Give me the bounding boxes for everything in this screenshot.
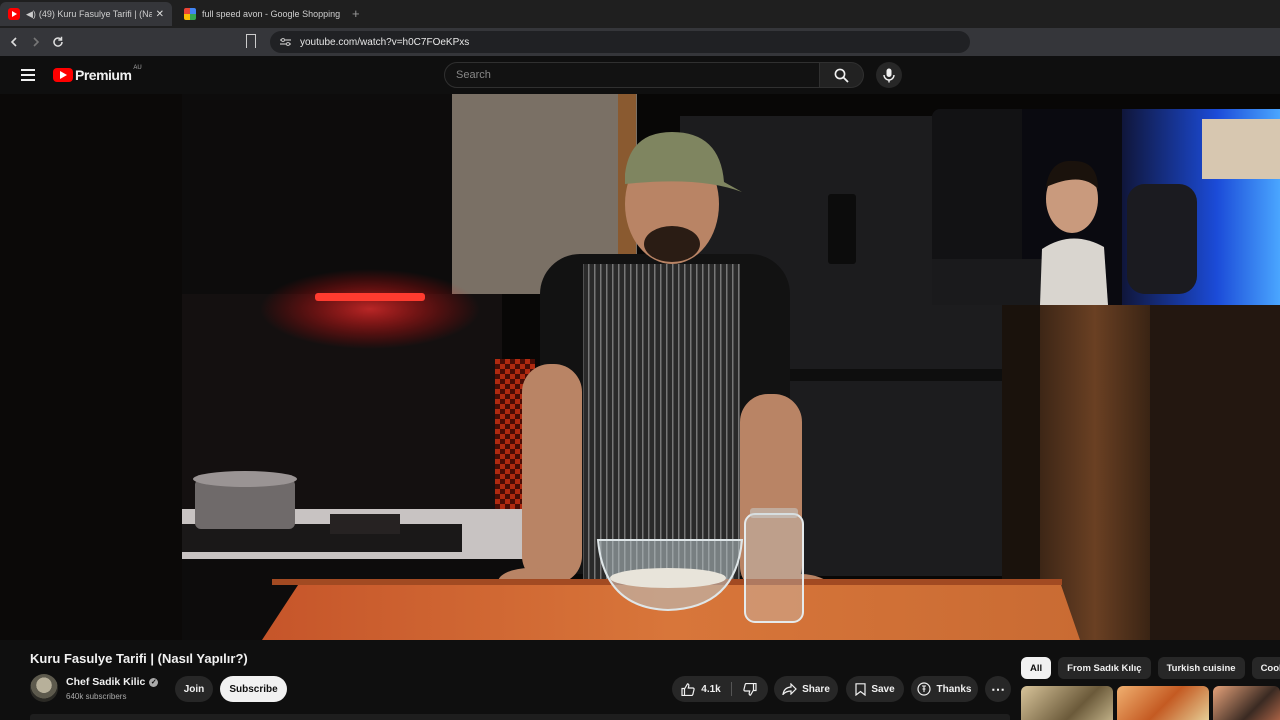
- site-settings-icon[interactable]: [280, 37, 291, 47]
- back-arrow-icon[interactable]: [4, 32, 24, 52]
- thumbs-down-icon: [743, 682, 757, 696]
- video-player[interactable]: [0, 94, 1280, 640]
- search-input[interactable]: Search: [444, 62, 820, 88]
- save-button[interactable]: Save: [846, 676, 904, 702]
- browser-tab-youtube[interactable]: ◀) (49) Kuru Fasulye Tarifi | (Nası ✕: [0, 2, 172, 26]
- related-video-thumbnails: [1021, 686, 1280, 720]
- thanks-label: Thanks: [936, 683, 972, 695]
- region-code: AU: [133, 65, 142, 71]
- dislike-button[interactable]: [732, 676, 768, 702]
- more-icon: ⋯: [991, 680, 1005, 697]
- menu-icon[interactable]: [21, 69, 35, 81]
- verified-badge-icon: ✓: [149, 677, 159, 687]
- thanks-button[interactable]: Thanks: [911, 676, 978, 702]
- microphone-icon: [883, 68, 895, 82]
- audio-playing-icon[interactable]: ◀): [26, 9, 36, 20]
- search-icon: [834, 68, 849, 83]
- tab-title: full speed avon - Google Shopping: [202, 9, 340, 19]
- google-shopping-favicon-icon: [184, 8, 196, 20]
- like-dislike-group: 4.1k: [672, 676, 768, 702]
- browser-tab-google-shopping[interactable]: full speed avon - Google Shopping: [176, 2, 348, 26]
- youtube-premium-logo[interactable]: Premium AU: [53, 65, 142, 83]
- related-video-thumbnail[interactable]: [1117, 686, 1209, 720]
- logo-text: Premium: [75, 67, 132, 83]
- voice-search-button[interactable]: [876, 62, 902, 88]
- chip-all[interactable]: All: [1021, 657, 1052, 679]
- chip-from-channel[interactable]: From Sadık Kılıç: [1058, 657, 1151, 679]
- like-count: 4.1k: [701, 683, 721, 695]
- browser-tab-strip: ◀) (49) Kuru Fasulye Tarifi | (Nası ✕ fu…: [0, 0, 1280, 28]
- thumbs-up-icon: [681, 682, 695, 696]
- subscribe-button[interactable]: Subscribe: [220, 676, 287, 702]
- related-filter-chips: All From Sadık Kılıç Turkish cuisine Coo…: [1021, 657, 1280, 679]
- chip-cooking[interactable]: Cooki: [1251, 657, 1280, 679]
- search-placeholder: Search: [456, 69, 491, 81]
- youtube-masthead: Premium AU Search: [0, 56, 1280, 94]
- more-actions-button[interactable]: ⋯: [985, 676, 1011, 702]
- bookmark-icon[interactable]: [246, 34, 256, 48]
- youtube-favicon-icon: [8, 8, 20, 20]
- video-info-section: Kuru Fasulye Tarifi | (Nasıl Yapılır?) C…: [0, 640, 1280, 720]
- share-label: Share: [802, 683, 830, 695]
- save-label: Save: [871, 683, 895, 695]
- related-video-thumbnail[interactable]: [1021, 686, 1113, 720]
- webcam-feed: [932, 109, 1280, 305]
- channel-name-row[interactable]: Chef Sadik Kilic ✓: [66, 676, 159, 688]
- forward-arrow-icon[interactable]: [26, 32, 46, 52]
- tab-title: (49) Kuru Fasulye Tarifi | (Nası: [38, 9, 152, 19]
- video-title: Kuru Fasulye Tarifi | (Nasıl Yapılır?): [30, 651, 248, 666]
- channel-avatar[interactable]: [30, 674, 58, 702]
- address-bar[interactable]: youtube.com/watch?v=h0C7FOeKPxs: [270, 31, 970, 53]
- youtube-logo-icon: [53, 68, 73, 82]
- super-thanks-icon: [917, 682, 932, 696]
- share-icon: [782, 683, 797, 695]
- streamer-webcam-overlay: [932, 109, 1280, 305]
- related-video-thumbnail[interactable]: [1213, 686, 1280, 720]
- like-button[interactable]: 4.1k: [672, 676, 730, 702]
- share-button[interactable]: Share: [774, 676, 838, 702]
- join-button[interactable]: Join: [175, 676, 213, 702]
- chip-turkish-cuisine[interactable]: Turkish cuisine: [1157, 657, 1245, 679]
- subscriber-count: 640k subscribers: [66, 692, 127, 701]
- reload-icon[interactable]: [48, 32, 68, 52]
- save-bookmark-icon: [855, 682, 866, 696]
- url-text[interactable]: youtube.com/watch?v=h0C7FOeKPxs: [300, 37, 469, 48]
- channel-name[interactable]: Chef Sadik Kilic: [66, 676, 145, 688]
- new-tab-button[interactable]: +: [352, 6, 360, 21]
- search-button[interactable]: [820, 62, 864, 88]
- description-box-edge: [30, 714, 1010, 720]
- close-tab-icon[interactable]: ✕: [156, 9, 164, 20]
- browser-toolbar: youtube.com/watch?v=h0C7FOeKPxs: [0, 28, 1280, 56]
